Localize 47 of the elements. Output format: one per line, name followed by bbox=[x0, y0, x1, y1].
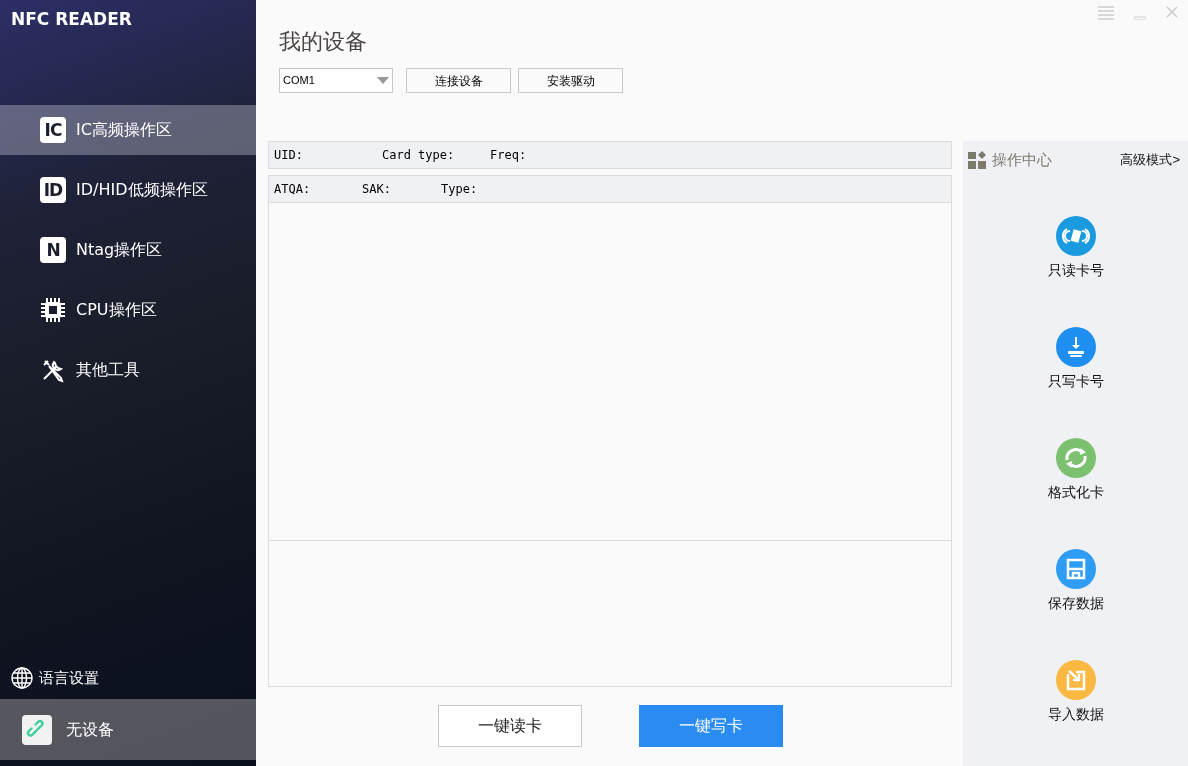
action-button[interactable]: 一键读卡 bbox=[437, 705, 582, 747]
toolbar-button[interactable]: 连接设备 bbox=[406, 68, 511, 93]
sidebar-item[interactable]: ID ID/HID低频操作区 bbox=[0, 165, 256, 215]
caret-icon bbox=[377, 77, 389, 84]
info-label: Card type: bbox=[382, 147, 456, 164]
sidebar-label: 其他工具 bbox=[76, 359, 140, 381]
badge-icon: ID bbox=[40, 177, 66, 203]
app-title: NFC READER bbox=[10, 8, 133, 31]
info-label: Freq: bbox=[490, 147, 528, 164]
operation-item[interactable]: 只写卡号 bbox=[1047, 327, 1104, 392]
operation-label: 保存数据 bbox=[1047, 594, 1104, 613]
port-dropdown[interactable]: COM1 bbox=[279, 68, 393, 93]
device-status-text: 无设备 bbox=[66, 719, 114, 740]
sidebar-label: CPU操作区 bbox=[76, 299, 157, 321]
operation-label: 只写卡号 bbox=[1047, 372, 1104, 391]
menu-icon[interactable] bbox=[1098, 6, 1114, 20]
operation-label: 只读卡号 bbox=[1047, 261, 1104, 280]
globe-icon bbox=[11, 667, 33, 689]
operation-item[interactable]: 格式化卡 bbox=[1047, 438, 1104, 503]
operation-item[interactable]: 保存数据 bbox=[1047, 549, 1104, 614]
sidebar-item[interactable]: IC IC高频操作区 bbox=[0, 105, 256, 155]
grid-icon bbox=[968, 151, 986, 169]
page-title: 我的设备 bbox=[279, 28, 368, 56]
info-label: ATQA: bbox=[274, 181, 312, 198]
badge-icon: N bbox=[40, 237, 66, 263]
operation-item[interactable]: 导入数据 bbox=[1047, 660, 1104, 725]
link-icon bbox=[22, 714, 52, 745]
advanced-mode-link[interactable]: 高级模式> bbox=[1120, 150, 1180, 170]
close-icon[interactable] bbox=[1166, 6, 1178, 18]
sidebar-label: Ntag操作区 bbox=[76, 239, 163, 261]
sidebar-item[interactable]: N Ntag操作区 bbox=[0, 225, 256, 275]
info-label: Type: bbox=[441, 181, 479, 198]
sidebar-item[interactable]: 其他工具 bbox=[0, 345, 256, 395]
operation-item[interactable]: 只读卡号 bbox=[1047, 216, 1104, 281]
sidebar-label: IC高频操作区 bbox=[76, 119, 172, 141]
sidebar-item[interactable]: CPU操作区 bbox=[0, 285, 256, 335]
port-value: COM1 bbox=[283, 73, 315, 89]
operation-label: 导入数据 bbox=[1047, 705, 1104, 724]
info-label: SAK: bbox=[362, 181, 392, 198]
operation-label: 格式化卡 bbox=[1047, 483, 1104, 502]
panel-title: 操作中心 bbox=[992, 149, 1052, 170]
sidebar-label: ID/HID低频操作区 bbox=[76, 179, 208, 201]
chip-icon bbox=[40, 297, 66, 323]
toolbar-button[interactable]: 安装驱动 bbox=[518, 68, 623, 93]
badge-icon: IC bbox=[40, 117, 66, 143]
language-settings-link[interactable]: 语言设置 bbox=[39, 666, 99, 690]
info-label: UID: bbox=[274, 147, 304, 164]
